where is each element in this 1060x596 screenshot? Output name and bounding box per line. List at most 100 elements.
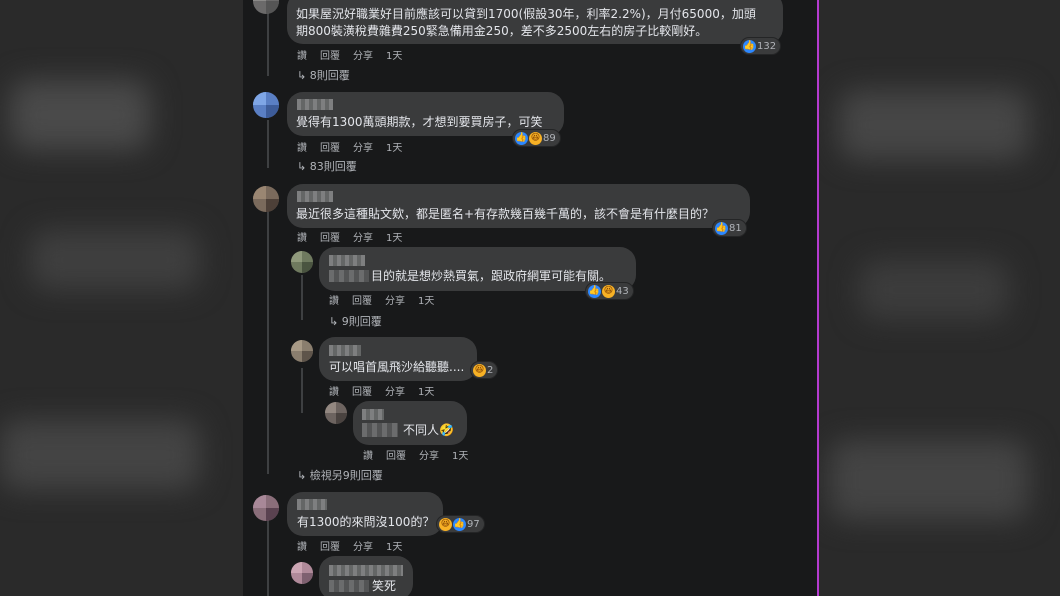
like-button[interactable]: 讚 bbox=[297, 542, 307, 553]
reply-bubble: 笑死 bbox=[319, 556, 413, 596]
timestamp[interactable]: 1天 bbox=[386, 233, 402, 244]
blurred-author-name[interactable] bbox=[297, 499, 327, 510]
comment-actions: 讚 回覆 分享 1天 bbox=[329, 292, 447, 307]
comment-text: 覺得有1300萬頭期款，才想到要買房子，可笑 bbox=[296, 115, 543, 129]
blurred-author-name[interactable] bbox=[329, 345, 361, 356]
comment-text: 可以唱首風飛沙給聽聽.... bbox=[329, 360, 465, 374]
reply-arrow-icon: ↳ bbox=[297, 469, 310, 482]
avatar[interactable] bbox=[291, 251, 313, 273]
haha-icon: 😆 bbox=[473, 363, 486, 377]
like-button[interactable]: 讚 bbox=[329, 387, 339, 398]
blurred-background-right bbox=[817, 0, 1060, 596]
share-button[interactable]: 分享 bbox=[419, 451, 439, 462]
timestamp[interactable]: 1天 bbox=[418, 387, 434, 398]
like-icon: 👍 bbox=[515, 131, 528, 145]
haha-icon: 😆 bbox=[439, 517, 452, 531]
reaction-count: 81 bbox=[729, 222, 742, 234]
like-icon: 👍 bbox=[715, 221, 728, 235]
reply-button[interactable]: 回覆 bbox=[320, 233, 340, 244]
reply-button[interactable]: 回覆 bbox=[386, 451, 406, 462]
like-icon: 👍 bbox=[453, 517, 466, 531]
view-more-replies-link[interactable]: ↳ 檢視另9則回覆 bbox=[297, 467, 383, 483]
like-button[interactable]: 讚 bbox=[297, 51, 307, 62]
reply-button[interactable]: 回覆 bbox=[320, 51, 340, 62]
avatar[interactable] bbox=[325, 402, 347, 424]
comment-actions: 讚 回覆 分享 1天 bbox=[297, 538, 415, 553]
reaction-count: 89 bbox=[543, 132, 556, 144]
share-button[interactable]: 分享 bbox=[385, 296, 405, 307]
share-button[interactable]: 分享 bbox=[353, 51, 373, 62]
timestamp[interactable]: 1天 bbox=[452, 451, 468, 462]
blurred-author-name[interactable] bbox=[297, 191, 333, 202]
reply-arrow-icon: ↳ bbox=[297, 160, 310, 173]
share-button[interactable]: 分享 bbox=[353, 542, 373, 553]
reaction-count: 43 bbox=[616, 285, 629, 297]
share-button[interactable]: 分享 bbox=[385, 387, 405, 398]
reply-button[interactable]: 回覆 bbox=[352, 296, 372, 307]
view-replies-label: 83則回覆 bbox=[309, 160, 357, 173]
reply-button[interactable]: 回覆 bbox=[352, 387, 372, 398]
comment-text: 如果屋況好職業好目前應該可以貸到1700(假設30年，利率2.2%)，月付650… bbox=[296, 7, 756, 21]
timestamp[interactable]: 1天 bbox=[386, 542, 402, 553]
reaction-summary[interactable]: 😆 2 bbox=[471, 362, 498, 378]
share-button[interactable]: 分享 bbox=[353, 233, 373, 244]
reaction-summary[interactable]: 👍 132 bbox=[741, 38, 781, 54]
blurred-author-name[interactable] bbox=[329, 255, 365, 266]
comment-bubble: 如果屋況好職業好目前應該可以貸到1700(假設30年，利率2.2%)，月付650… bbox=[287, 0, 783, 44]
reaction-count: 97 bbox=[467, 518, 480, 530]
view-replies-label: 9則回覆 bbox=[341, 315, 382, 328]
view-replies-link[interactable]: ↳ 8則回覆 bbox=[297, 67, 350, 83]
view-replies-link[interactable]: ↳ 83則回覆 bbox=[297, 158, 357, 174]
reaction-count: 132 bbox=[757, 40, 777, 52]
comment-text: 有1300的來問沒100的？ bbox=[297, 515, 435, 529]
blurred-author-name[interactable] bbox=[329, 565, 403, 576]
blurred-background-left bbox=[0, 0, 243, 596]
haha-icon: 😆 bbox=[602, 284, 615, 298]
comment-text: 笑死 bbox=[372, 579, 397, 593]
avatar[interactable] bbox=[291, 340, 313, 362]
blurred-mention bbox=[329, 580, 369, 592]
timestamp[interactable]: 1天 bbox=[386, 51, 402, 62]
share-button[interactable]: 分享 bbox=[353, 143, 373, 154]
comment-bubble: 有1300的來問沒100的？ bbox=[287, 492, 443, 536]
comment-text-body: 不同人 bbox=[403, 423, 440, 437]
reply-arrow-icon: ↳ bbox=[329, 315, 342, 328]
timestamp[interactable]: 1天 bbox=[386, 143, 402, 154]
comment-actions: 讚 回覆 分享 1天 bbox=[297, 139, 415, 154]
view-replies-link[interactable]: ↳ 9則回覆 bbox=[329, 313, 382, 329]
reaction-summary[interactable]: 👍 😆 89 bbox=[513, 130, 560, 146]
blurred-mention bbox=[362, 423, 398, 437]
rofl-emoji: 🤣 bbox=[439, 423, 454, 437]
blurred-author-name[interactable] bbox=[297, 99, 333, 110]
like-button[interactable]: 讚 bbox=[297, 233, 307, 244]
avatar[interactable] bbox=[253, 92, 279, 118]
comment-bubble: 最近很多這種貼文欸，都是匿名+有存款幾百幾千萬的，該不會是有什麼目的？ bbox=[287, 184, 750, 228]
comment-text: 期800裝潢稅費雜費250緊急備用金250，差不多2500左右的房子比較剛好。 bbox=[296, 24, 708, 38]
like-icon: 👍 bbox=[588, 284, 601, 298]
reaction-summary[interactable]: 👍 😆 43 bbox=[586, 283, 633, 299]
blurred-mention bbox=[329, 270, 369, 282]
comment-actions: 讚 回覆 分享 1天 bbox=[297, 47, 415, 62]
blurred-author-name[interactable] bbox=[362, 409, 384, 420]
thread-line bbox=[267, 520, 269, 596]
comments-panel: 如果屋況好職業好目前應該可以貸到1700(假設30年，利率2.2%)，月付650… bbox=[243, 0, 817, 596]
like-icon: 👍 bbox=[743, 39, 756, 53]
comment-text: 最近很多這種貼文欸，都是匿名+有存款幾百幾千萬的，該不會是有什麼目的？ bbox=[296, 207, 715, 221]
reaction-summary[interactable]: 😆 👍 97 bbox=[437, 516, 484, 532]
thread-line bbox=[267, 120, 269, 168]
avatar[interactable] bbox=[253, 186, 279, 212]
haha-icon: 😆 bbox=[529, 131, 542, 145]
like-button[interactable]: 讚 bbox=[329, 296, 339, 307]
comment-actions: 讚 回覆 分享 1天 bbox=[329, 383, 447, 398]
like-button[interactable]: 讚 bbox=[297, 143, 307, 154]
avatar[interactable] bbox=[291, 562, 313, 584]
timestamp[interactable]: 1天 bbox=[418, 296, 434, 307]
comment-actions: 讚 回覆 分享 1天 bbox=[297, 229, 415, 244]
thread-line bbox=[267, 212, 269, 474]
avatar[interactable] bbox=[253, 495, 279, 521]
reaction-summary[interactable]: 👍 81 bbox=[713, 220, 746, 236]
avatar[interactable] bbox=[253, 0, 279, 14]
like-button[interactable]: 讚 bbox=[363, 451, 373, 462]
reply-button[interactable]: 回覆 bbox=[320, 143, 340, 154]
reply-button[interactable]: 回覆 bbox=[320, 542, 340, 553]
